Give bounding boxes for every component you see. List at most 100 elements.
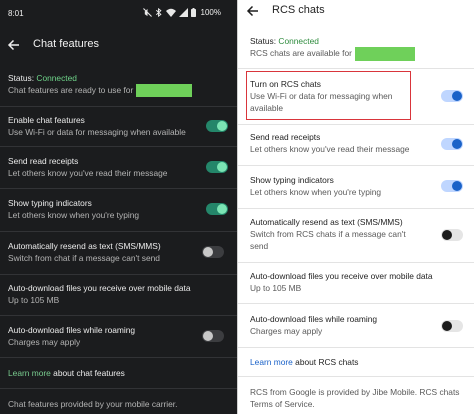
carrier-footer: Chat features provided by your mobile ca… [8, 398, 229, 410]
setting-auto-download-roaming[interactable]: Auto-download files while roaming Charge… [250, 313, 466, 337]
status-label: Status: [250, 36, 279, 46]
signal-icon [178, 8, 188, 17]
setting-subtitle: Let others know you've read their messag… [8, 168, 168, 178]
divider [0, 146, 237, 147]
setting-subtitle: Up to 105 MB [8, 295, 60, 305]
setting-send-read-receipts[interactable]: Send read receipts Let others know you'v… [250, 131, 466, 155]
auto-resend-sms-toggle[interactable] [202, 246, 224, 258]
bluetooth-icon [155, 8, 162, 17]
divider [238, 347, 474, 348]
setting-title: Auto-download files you receive over mob… [250, 271, 433, 281]
setting-auto-download-roaming[interactable]: Auto-download files while roaming Charge… [8, 324, 229, 348]
status-section: Status: Connected RCS chats are availabl… [250, 35, 466, 61]
footer-text: RCS from Google is provided by Jibe Mobi… [250, 387, 460, 397]
divider [238, 376, 474, 377]
setting-turn-on-rcs-chats[interactable]: Turn on RCS chats Use Wi-Fi or data for … [250, 78, 466, 114]
setting-subtitle: Up to 105 MB [250, 283, 302, 293]
back-arrow-icon[interactable] [245, 3, 261, 19]
setting-subtitle-line2: available [250, 103, 284, 113]
wifi-icon [165, 8, 176, 17]
setting-title: Turn on RCS chats [250, 79, 321, 89]
divider [0, 315, 237, 316]
setting-enable-chat-features[interactable]: Enable chat features Use Wi-Fi or data f… [8, 114, 229, 138]
auto-download-roaming-toggle[interactable] [202, 330, 224, 342]
setting-auto-resend-sms[interactable]: Automatically resend as text (SMS/MMS) S… [8, 240, 229, 264]
status-icons: 100% [142, 8, 221, 17]
battery-percent: 100% [200, 8, 221, 17]
divider [238, 303, 474, 304]
learn-more-text: about chat features [50, 368, 125, 378]
status-bar: 8:01 100% [0, 0, 237, 26]
setting-title: Auto-download files while roaming [250, 314, 378, 324]
setting-title: Enable chat features [8, 115, 85, 125]
chat-features-screen: 8:01 100% Chat features Status: Connecte… [0, 0, 237, 414]
send-read-receipts-toggle[interactable] [206, 161, 228, 173]
setting-send-read-receipts[interactable]: Send read receipts Let others know you'v… [8, 155, 229, 179]
setting-title: Automatically resend as text (SMS/MMS) [8, 241, 161, 251]
learn-more-row: Learn more about chat features [8, 367, 229, 379]
footer-text: Chat features provided by your mobile ca… [8, 399, 178, 409]
setting-subtitle: Let others know when you're typing [250, 187, 382, 197]
back-arrow-icon[interactable] [6, 37, 22, 53]
divider [0, 274, 237, 275]
setting-title: Show typing indicators [250, 175, 334, 185]
divider [0, 106, 237, 107]
divider [238, 124, 474, 125]
setting-auto-download-mobile-data[interactable]: Auto-download files you receive over mob… [250, 270, 466, 294]
status-label: Status: [8, 73, 37, 83]
setting-subtitle: Switch from RCS chats if a message can't [250, 229, 406, 239]
learn-more-link[interactable]: Learn more [8, 368, 51, 378]
divider [0, 388, 237, 389]
setting-title: Send read receipts [8, 156, 79, 166]
setting-subtitle: Charges may apply [8, 337, 81, 347]
status-section: Status: Connected Chat features are read… [8, 72, 229, 98]
setting-subtitle: Let others know when you're typing [8, 210, 140, 220]
setting-auto-resend-sms[interactable]: Automatically resend as text (SMS/MMS) S… [250, 216, 466, 252]
app-bar: RCS chats [238, 0, 474, 22]
setting-subtitle: Use Wi-Fi or data for messaging when [250, 91, 393, 101]
learn-more-link[interactable]: Learn more [250, 357, 293, 367]
show-typing-indicators-toggle[interactable] [206, 203, 228, 215]
status-subtitle: Chat features are ready to use for [8, 85, 134, 95]
learn-more-row: Learn more about RCS chats [250, 356, 466, 368]
divider [238, 165, 474, 166]
status-value: Connected [36, 73, 77, 83]
divider [238, 262, 474, 263]
setting-subtitle: Charges may apply [250, 326, 323, 336]
send-read-receipts-toggle[interactable] [441, 138, 463, 150]
rcs-footer: RCS from Google is provided by Jibe Mobi… [250, 386, 466, 410]
setting-show-typing-indicators[interactable]: Show typing indicators Let others know w… [8, 197, 229, 221]
rcs-chats-screen: RCS chats Status: Connected RCS chats ar… [237, 0, 474, 414]
setting-title: Auto-download files you receive over mob… [8, 283, 191, 293]
setting-title: Show typing indicators [8, 198, 92, 208]
page-title: Chat features [33, 38, 100, 50]
setting-title: Auto-download files while roaming [8, 325, 136, 335]
divider [238, 208, 474, 209]
divider [0, 231, 237, 232]
learn-more-text: about RCS chats [292, 357, 359, 367]
app-bar: Chat features [0, 33, 237, 57]
setting-subtitle: Switch from chat if a message can't send [8, 253, 160, 263]
redacted-number [354, 47, 415, 61]
page-title: RCS chats [272, 4, 325, 16]
status-value: Connected [278, 36, 319, 46]
divider [0, 188, 237, 189]
enable-chat-features-toggle[interactable] [206, 120, 228, 132]
turn-on-rcs-chats-toggle[interactable] [441, 90, 463, 102]
setting-subtitle: Use Wi-Fi or data for messaging when ava… [8, 127, 186, 137]
status-subtitle: RCS chats are available for [250, 48, 352, 59]
auto-download-roaming-toggle[interactable] [441, 320, 463, 332]
setting-show-typing-indicators[interactable]: Show typing indicators Let others know w… [250, 174, 466, 198]
divider [0, 357, 237, 358]
mute-icon [142, 8, 152, 17]
footer-terms-text[interactable]: Terms of Service. [250, 398, 466, 410]
redacted-number [136, 84, 193, 98]
setting-auto-download-mobile-data[interactable]: Auto-download files you receive over mob… [8, 282, 229, 306]
setting-title: Send read receipts [250, 132, 321, 142]
divider [238, 68, 474, 69]
setting-subtitle-line2: send [250, 241, 269, 251]
show-typing-indicators-toggle[interactable] [441, 180, 463, 192]
status-time: 8:01 [8, 9, 24, 18]
auto-resend-sms-toggle[interactable] [441, 229, 463, 241]
battery-icon [190, 8, 196, 17]
